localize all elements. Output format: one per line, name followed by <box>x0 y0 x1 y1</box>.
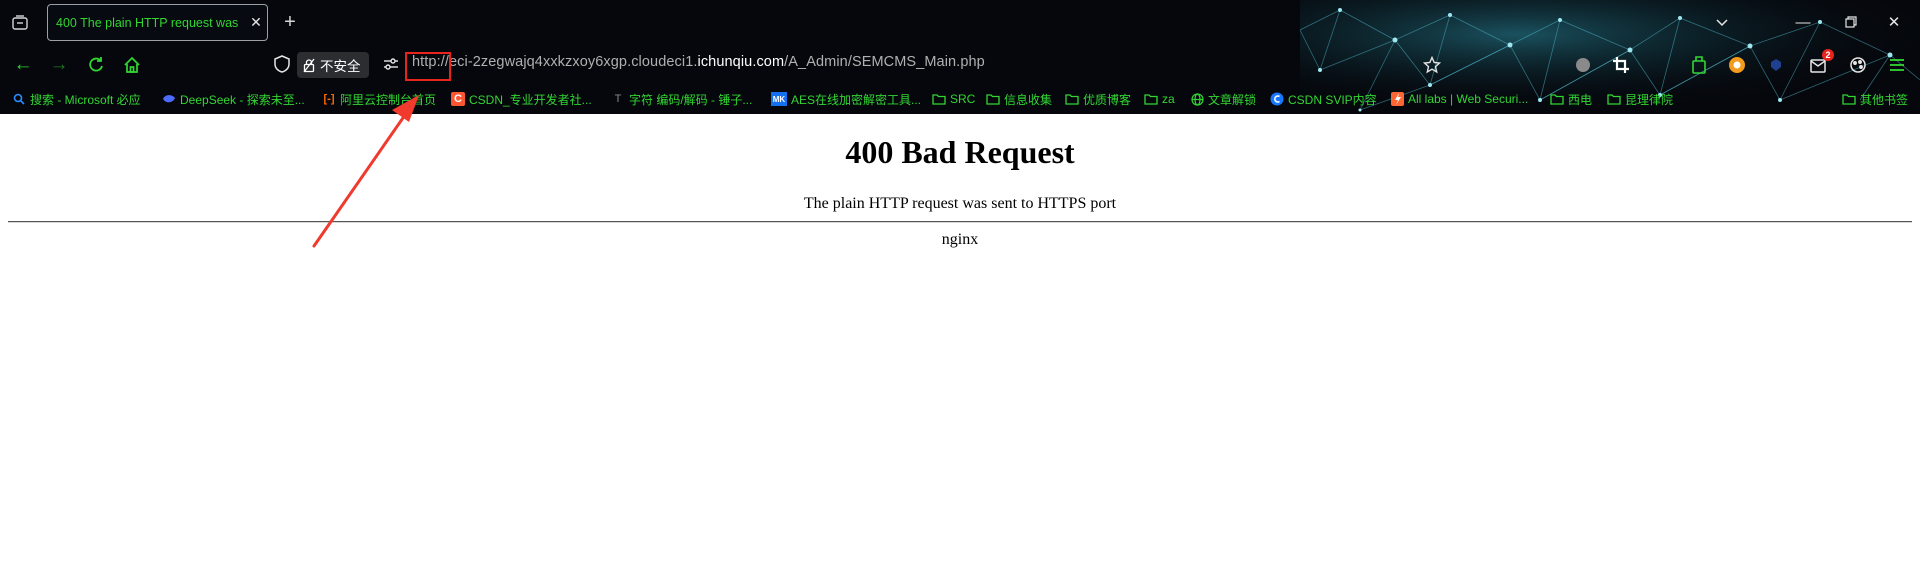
permissions-icon[interactable] <box>382 55 402 75</box>
url-domain: ichunqiu.com <box>697 54 785 70</box>
bookmark-label: DeepSeek - 探索未至... <box>180 92 305 107</box>
reload-icon[interactable] <box>84 53 108 77</box>
extension-blue-icon[interactable] <box>1764 53 1788 77</box>
globe-icon <box>1190 92 1204 106</box>
bookmark-item[interactable]: MK AES在线加密解密工具... <box>771 91 921 107</box>
folder-icon <box>1144 92 1158 106</box>
minimize-button[interactable]: — <box>1790 10 1816 34</box>
bookmark-folder[interactable]: 信息收集 <box>986 91 1052 107</box>
shield-icon[interactable] <box>273 54 293 76</box>
bookmark-item[interactable]: T 字符 编码/解码 - 锤子... <box>611 91 753 107</box>
folder-icon <box>932 92 946 106</box>
aliyun-icon: [-] <box>323 93 335 105</box>
back-icon[interactable]: ← <box>11 53 35 77</box>
folder-icon <box>1607 92 1621 106</box>
server-name: nginx <box>941 231 979 248</box>
bookmark-label: 搜索 - Microsoft 必应 <box>30 92 141 107</box>
forward-icon[interactable]: → <box>47 53 71 77</box>
lock-icon <box>303 58 315 72</box>
bookmark-item[interactable]: 搜索 - Microsoft 必应 <box>12 91 141 107</box>
bookmark-folder[interactable]: 西电 <box>1550 91 1592 107</box>
bookmark-label: All labs | Web Securi... <box>1408 92 1529 106</box>
bookmark-label: 文章解锁 <box>1208 92 1257 107</box>
hammer-icon: T <box>614 93 622 105</box>
bookmark-label: 其他书签 <box>1860 92 1909 107</box>
deepseek-icon <box>162 92 176 106</box>
bookmark-item[interactable]: [-] 阿里云控制台首页 <box>322 91 437 107</box>
bookmark-label: 信息收集 <box>1004 92 1053 107</box>
bookmark-label: 优质博客 <box>1083 92 1132 107</box>
tab-active[interactable]: 400 The plain HTTP request was ✕ <box>47 4 268 41</box>
mk-icon: MK <box>771 92 787 106</box>
other-bookmarks[interactable]: 其他书签 <box>1842 91 1908 107</box>
page-title: 400 Bad Request <box>845 134 1075 170</box>
security-indicator[interactable]: 不安全 <box>297 52 369 78</box>
url-subdomain: eci-2zegwajq4xxkzxoy6xgp.cloudeci1. <box>448 54 698 70</box>
close-window-button[interactable]: ✕ <box>1881 10 1907 34</box>
close-icon[interactable]: ✕ <box>245 12 267 34</box>
bookmark-label: 阿里云控制台首页 <box>340 92 437 107</box>
bookmark-label: za <box>1162 92 1175 106</box>
bookmark-item[interactable]: C CSDN_专业开发者社... <box>451 91 592 107</box>
extension-green-icon[interactable] <box>1687 53 1711 77</box>
bookmark-label: CSDN_专业开发者社... <box>469 92 592 107</box>
bookmark-item[interactable]: CSDN SVIP内容 <box>1270 91 1377 107</box>
error-message: The plain HTTP request was sent to HTTPS… <box>803 195 1117 212</box>
address-bar-url[interactable]: http://eci-2zegwajq4xxkzxoy6xgp.cloudeci… <box>412 54 985 70</box>
chevron-down-icon[interactable] <box>1709 10 1735 34</box>
bookmark-folder[interactable]: 优质博客 <box>1065 91 1131 107</box>
divider <box>8 221 1912 223</box>
bookmark-item[interactable]: All labs | Web Securi... <box>1390 91 1528 107</box>
bookmark-label: SRC <box>950 92 976 106</box>
notification-badge: 2 <box>1822 49 1834 61</box>
menu-icon[interactable] <box>1885 53 1909 77</box>
folder-icon <box>1550 92 1564 106</box>
bookmark-label: AES在线加密解密工具... <box>791 92 922 107</box>
bookmark-label: 字符 编码/解码 - 锤子... <box>629 92 753 107</box>
search-icon <box>12 92 26 106</box>
url-path: /A_Admin/SEMCMS_Main.php <box>784 54 985 70</box>
bookmark-label: 西电 <box>1568 92 1593 107</box>
portswigger-icon <box>1390 92 1404 106</box>
folder-icon <box>1842 92 1856 106</box>
bookmark-item[interactable]: 文章解锁 <box>1190 91 1256 107</box>
csdn-svip-icon <box>1270 92 1284 106</box>
bookmark-label: 昆理律院 <box>1625 92 1674 107</box>
tab-title: 400 The plain HTTP request was <box>56 15 239 30</box>
home-icon[interactable] <box>120 53 144 77</box>
browser-chrome: 400 The plain HTTP request was ✕ + — ✕ ←… <box>0 0 1920 114</box>
bookmark-folder[interactable]: SRC <box>932 91 975 107</box>
csdn-icon: C <box>451 92 465 106</box>
notification-icon[interactable]: 2 <box>1806 49 1834 77</box>
palette-icon[interactable] <box>1846 53 1870 77</box>
security-label: 不安全 <box>320 59 361 74</box>
bookmark-label: CSDN SVIP内容 <box>1288 92 1377 107</box>
extension-gray-icon[interactable] <box>1571 53 1595 77</box>
crop-icon[interactable] <box>1609 53 1633 77</box>
bookmark-folder[interactable]: 昆理律院 <box>1607 91 1673 107</box>
bookmark-item[interactable]: DeepSeek - 探索未至... <box>162 91 305 107</box>
tab-list-icon[interactable] <box>9 12 31 34</box>
url-scheme-highlight-box <box>405 52 451 81</box>
extension-orange-icon[interactable] <box>1725 53 1749 77</box>
folder-icon <box>986 92 1000 106</box>
bookmark-star-icon[interactable] <box>1420 53 1444 77</box>
new-tab-button[interactable]: + <box>279 11 301 33</box>
restore-button[interactable] <box>1838 10 1864 34</box>
bookmark-folder[interactable]: za <box>1144 91 1175 107</box>
folder-icon <box>1065 92 1079 106</box>
